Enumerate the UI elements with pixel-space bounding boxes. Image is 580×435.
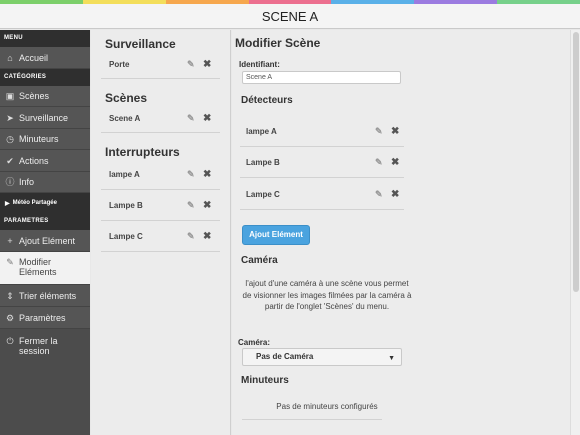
sidebar-item-modifier-elements[interactable]: ✎ Modifier Eléments: [0, 252, 90, 285]
list-item-label: Porte: [109, 60, 130, 69]
pencil-icon[interactable]: ✎: [187, 200, 196, 210]
close-icon[interactable]: ✖: [391, 157, 400, 167]
camera-title: Caméra: [241, 255, 278, 266]
info-icon: ⓘ: [5, 177, 15, 187]
list-item-label: lampe A: [109, 169, 140, 179]
categories-heading: CATÉGORIES: [0, 69, 90, 86]
sidebar-item-label: Info: [19, 177, 35, 187]
add-element-button[interactable]: Ajout Elément: [242, 225, 310, 245]
sidebar-item-label: Trier éléments: [19, 290, 77, 301]
close-icon[interactable]: ✖: [203, 169, 212, 179]
pencil-icon[interactable]: ✎: [187, 60, 196, 69]
sidebar-item-minuteurs[interactable]: ◷ Minuteurs: [0, 129, 90, 150]
scene-editor-panel: Modifier Scène Identifiant: Scene A Déte…: [232, 30, 580, 435]
pencil-icon[interactable]: ✎: [187, 231, 196, 241]
list-item-label: Lampe C: [109, 231, 143, 241]
sidebar-item-label: Ajout Elément: [19, 235, 76, 246]
camera-select[interactable]: Pas de Caméra ▼: [242, 348, 402, 366]
camera-description: l'ajout d'une caméra à une scène vous pe…: [242, 279, 412, 311]
parametres-heading: PARAMETRES: [0, 213, 90, 230]
run-icon: ➤: [6, 112, 14, 123]
sidebar-item-actions[interactable]: ✔ Actions: [0, 150, 90, 172]
close-icon[interactable]: ✖: [203, 60, 212, 70]
list-item[interactable]: lampe A ✎ ✖: [101, 159, 220, 190]
sidebar-item-info[interactable]: ⓘ Info: [0, 172, 90, 193]
no-timers-text: Pas de minuteurs configurés: [276, 402, 378, 411]
elements-list-panel: Surveillance Porte ✎ ✖ Scènes Scene A ✎ ✖ …: [91, 30, 231, 435]
detector-row[interactable]: lampe A ✎ ✖: [240, 116, 404, 147]
divider: [242, 419, 382, 420]
gears-icon: ⚙: [5, 312, 15, 323]
power-icon: ⏻: [6, 336, 14, 346]
close-icon[interactable]: ✖: [391, 126, 400, 136]
sidebar-item-fermer-session[interactable]: ⏻ Fermer la session: [0, 329, 90, 361]
sidebar-item-label: Minuteurs: [19, 134, 59, 144]
image-icon: ▣: [5, 91, 15, 101]
top-bar: SCENE A: [0, 4, 580, 29]
sidebar-item-parametres[interactable]: ⚙ Paramètres: [0, 307, 90, 329]
detector-row[interactable]: Lampe C ✎ ✖: [240, 179, 404, 210]
list-item[interactable]: Scene A ✎ ✖: [101, 105, 220, 133]
identifiant-label: Identifiant:: [239, 60, 280, 69]
sidebar-item-accueil[interactable]: ⌂ Accueil: [0, 47, 90, 69]
section-title-surveillance: Surveillance: [105, 37, 176, 51]
detector-label: Lampe C: [246, 189, 280, 199]
pencil-icon[interactable]: ✎: [375, 157, 384, 167]
detecteurs-title: Détecteurs: [241, 95, 293, 106]
scrollbar-thumb[interactable]: [573, 32, 579, 292]
list-item[interactable]: Porte ✎ ✖: [101, 51, 220, 79]
pencil-icon[interactable]: ✎: [375, 126, 384, 136]
sidebar-item-ajout-element[interactable]: + Ajout Elément: [0, 230, 90, 252]
list-item[interactable]: Lampe B ✎ ✖: [101, 190, 220, 221]
list-item[interactable]: Lampe C ✎ ✖: [101, 221, 220, 252]
close-icon[interactable]: ✖: [203, 200, 212, 210]
caret-down-icon: ▼: [388, 355, 395, 362]
clock-icon: ◷: [6, 134, 14, 144]
pencil-icon[interactable]: ✎: [375, 189, 384, 199]
sidebar-item-label: Paramètres: [19, 312, 66, 323]
pencil-icon: ✎: [6, 257, 14, 267]
identifiant-input[interactable]: Scene A: [242, 71, 401, 84]
scrollbar[interactable]: [570, 30, 580, 435]
sidebar-item-label: Modifier Eléments: [19, 257, 57, 277]
close-icon[interactable]: ✖: [203, 114, 212, 124]
close-icon[interactable]: ✖: [203, 231, 212, 241]
sidebar-item-label: Accueil: [19, 52, 49, 63]
caret-right-icon: ▶: [5, 200, 10, 207]
detector-label: Lampe B: [246, 157, 280, 167]
editor-title: Modifier Scène: [235, 36, 321, 50]
minuteurs-title: Minuteurs: [241, 375, 289, 386]
sidebar-item-label: Scènes: [19, 91, 50, 101]
sort-icon: ⇕: [6, 290, 14, 301]
camera-select-value: Pas de Caméra: [256, 352, 314, 361]
detector-row[interactable]: Lampe B ✎ ✖: [240, 147, 404, 178]
section-title-interrupteurs: Interrupteurs: [105, 145, 180, 159]
sidebar-item-label: Météo Partagée: [12, 200, 57, 206]
sidebar-item-surveillance[interactable]: ➤ Surveillance: [0, 107, 90, 129]
plus-icon: +: [7, 235, 13, 246]
sidebar-item-trier-elements[interactable]: ⇕ Trier éléments: [0, 285, 90, 307]
pencil-icon[interactable]: ✎: [187, 114, 196, 123]
sidebar-item-label: Fermer la session: [19, 336, 58, 356]
section-title-scenes: Scènes: [105, 91, 148, 105]
menu-heading: MENU: [0, 30, 90, 47]
home-icon: ⌂: [7, 52, 13, 63]
sidebar-item-label: Surveillance: [19, 112, 69, 123]
sidebar-item-label: Actions: [19, 155, 49, 166]
check-icon: ✔: [6, 155, 14, 166]
list-item-label: Scene A: [109, 114, 141, 123]
sidebar-item-scenes[interactable]: ▣ Scènes: [0, 86, 90, 107]
detector-label: lampe A: [246, 126, 277, 136]
list-item-label: Lampe B: [109, 200, 143, 210]
camera-label: Caméra:: [238, 338, 271, 347]
close-icon[interactable]: ✖: [391, 189, 400, 199]
sidebar-item-meteo[interactable]: ▶ Météo Partagée: [0, 193, 90, 213]
sidebar: MENU ⌂ Accueil CATÉGORIES ▣ Scènes ➤ Sur…: [0, 30, 90, 435]
pencil-icon[interactable]: ✎: [187, 169, 196, 179]
page-title: SCENE A: [261, 9, 319, 24]
